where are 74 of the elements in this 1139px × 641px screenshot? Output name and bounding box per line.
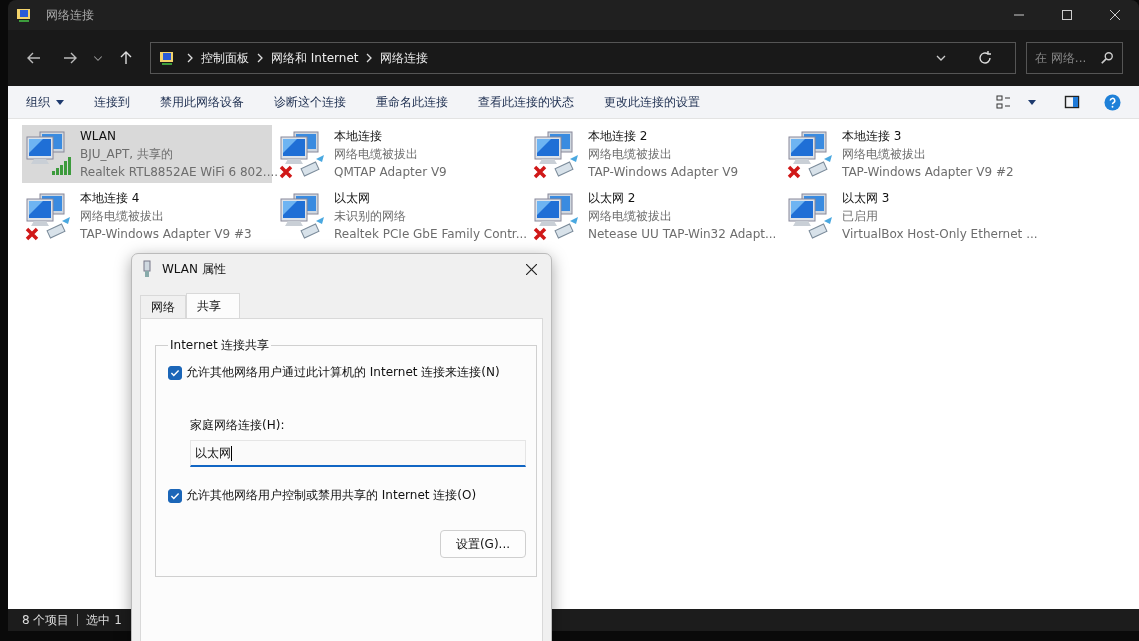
connection-name: 本地连接 2 (588, 128, 649, 145)
input-field[interactable]: 以太网 (190, 440, 526, 467)
adapter-name: Netease UU TAP-Win32 Adapt... (588, 226, 777, 243)
selection-count: 选中 1 (86, 611, 122, 629)
connection-item[interactable]: 本地连接 2 网络电缆被拔出 TAP-Windows Adapter V9 (530, 125, 780, 183)
search-icon (1100, 51, 1114, 65)
connection-item[interactable]: 本地连接 网络电缆被拔出 QMTAP Adapter V9 (276, 125, 526, 183)
toolbar-button[interactable]: 禁用此网络设备 (152, 89, 252, 115)
group-title: Internet 连接共享 (169, 337, 271, 354)
network-folder-icon (16, 7, 32, 23)
adapter-name: TAP-Windows Adapter V9 #3 (80, 226, 252, 243)
search-field[interactable]: 在 网络... (1026, 42, 1123, 74)
adapter-name: Realtek RTL8852AE WiFi 6 802.... (80, 164, 279, 181)
connection-status: 已启用 (842, 208, 879, 225)
connection-status: 未识别的网络 (334, 208, 407, 225)
maximize-icon[interactable] (1062, 10, 1072, 20)
connection-name: 本地连接 4 (80, 190, 141, 207)
connection-item[interactable]: 以太网 未识别的网络 Realtek PCIe GbE Family Contr... (276, 187, 526, 245)
toolbar-button[interactable]: 连接到 (86, 89, 138, 115)
window-title: 网络连接 (46, 6, 94, 24)
breadcrumb[interactable]: 网络和 Internet (271, 49, 359, 67)
connection-status: 网络电缆被拔出 (588, 146, 673, 163)
adapter-name: VirtualBox Host-Only Ethernet ... (842, 226, 1038, 243)
close-icon[interactable] (526, 263, 537, 275)
network-folder-icon (159, 50, 175, 66)
adapter-name: QMTAP Adapter V9 (334, 164, 447, 181)
checkbox[interactable] (168, 488, 182, 503)
address-bar[interactable]: 控制面板 网络和 Internet 网络连接 (150, 42, 1016, 74)
connection-item[interactable]: 本地连接 3 网络电缆被拔出 TAP-Windows Adapter V9 #2 (784, 125, 1034, 183)
adapter-name: TAP-Windows Adapter V9 (588, 164, 739, 181)
checkbox[interactable] (168, 365, 182, 380)
toolbar-button[interactable]: 重命名此连接 (368, 89, 456, 115)
chevron-right-icon (366, 53, 373, 63)
breadcrumb[interactable]: 控制面板 (201, 49, 249, 67)
toolbar-button[interactable]: 诊断这个连接 (266, 89, 354, 115)
caret-icon[interactable] (1028, 99, 1036, 105)
dialog-title: WLAN 属性 (162, 260, 226, 278)
adapter-icon (142, 260, 152, 278)
field-label: 家庭网络连接(H): (190, 417, 286, 434)
connection-status: 网络电缆被拔出 (334, 146, 419, 163)
connection-name: WLAN (80, 128, 117, 145)
connection-name: 以太网 3 (842, 190, 891, 207)
up-arrow-icon[interactable] (118, 50, 134, 66)
settings-button[interactable]: 设置(G)... (440, 530, 526, 558)
connection-status: 网络电缆被拔出 (80, 208, 165, 225)
caret-icon (56, 99, 64, 105)
checkbox-label: 允许其他网络用户通过此计算机的 Internet 连接来连接(N) (186, 364, 500, 381)
breadcrumb[interactable]: 网络连接 (380, 49, 429, 67)
chevron-right-icon (187, 53, 193, 63)
connection-name: 以太网 (334, 190, 371, 207)
toolbar-button[interactable]: 组织 (18, 89, 72, 115)
tab[interactable]: 网络 (140, 295, 186, 318)
tab[interactable]: 共享 (186, 293, 240, 318)
back-arrow-icon[interactable] (26, 50, 42, 66)
preview-pane-icon[interactable] (1064, 94, 1080, 110)
toolbar-button[interactable]: 查看此连接的状态 (470, 89, 582, 115)
adapter-name: TAP-Windows Adapter V9 #2 (842, 164, 1014, 181)
checkbox-label: 允许其他网络用户控制或禁用共享的 Internet 连接(O) (186, 487, 477, 504)
chevron-right-icon (257, 53, 263, 63)
connection-name: 本地连接 (334, 128, 383, 145)
forward-arrow-icon[interactable] (62, 50, 78, 66)
connection-name: 以太网 2 (588, 190, 637, 207)
connection-status: BJU_APT, 共享的 (80, 146, 174, 163)
connection-status: 网络电缆被拔出 (842, 146, 927, 163)
refresh-icon[interactable] (977, 50, 993, 66)
connection-status: 网络电缆被拔出 (588, 208, 673, 225)
adapter-name: Realtek PCIe GbE Family Contr... (334, 226, 528, 243)
view-options-icon[interactable] (996, 94, 1012, 110)
help-icon[interactable] (1104, 93, 1121, 111)
connection-name: 本地连接 3 (842, 128, 903, 145)
item-count: 8 个项目 (22, 611, 70, 629)
connection-item[interactable]: 以太网 2 网络电缆被拔出 Netease UU TAP-Win32 Adapt... (530, 187, 780, 245)
connection-item[interactable]: 本地连接 4 网络电缆被拔出 TAP-Windows Adapter V9 #3 (22, 187, 272, 245)
toolbar-button[interactable]: 更改此连接的设置 (596, 89, 708, 115)
